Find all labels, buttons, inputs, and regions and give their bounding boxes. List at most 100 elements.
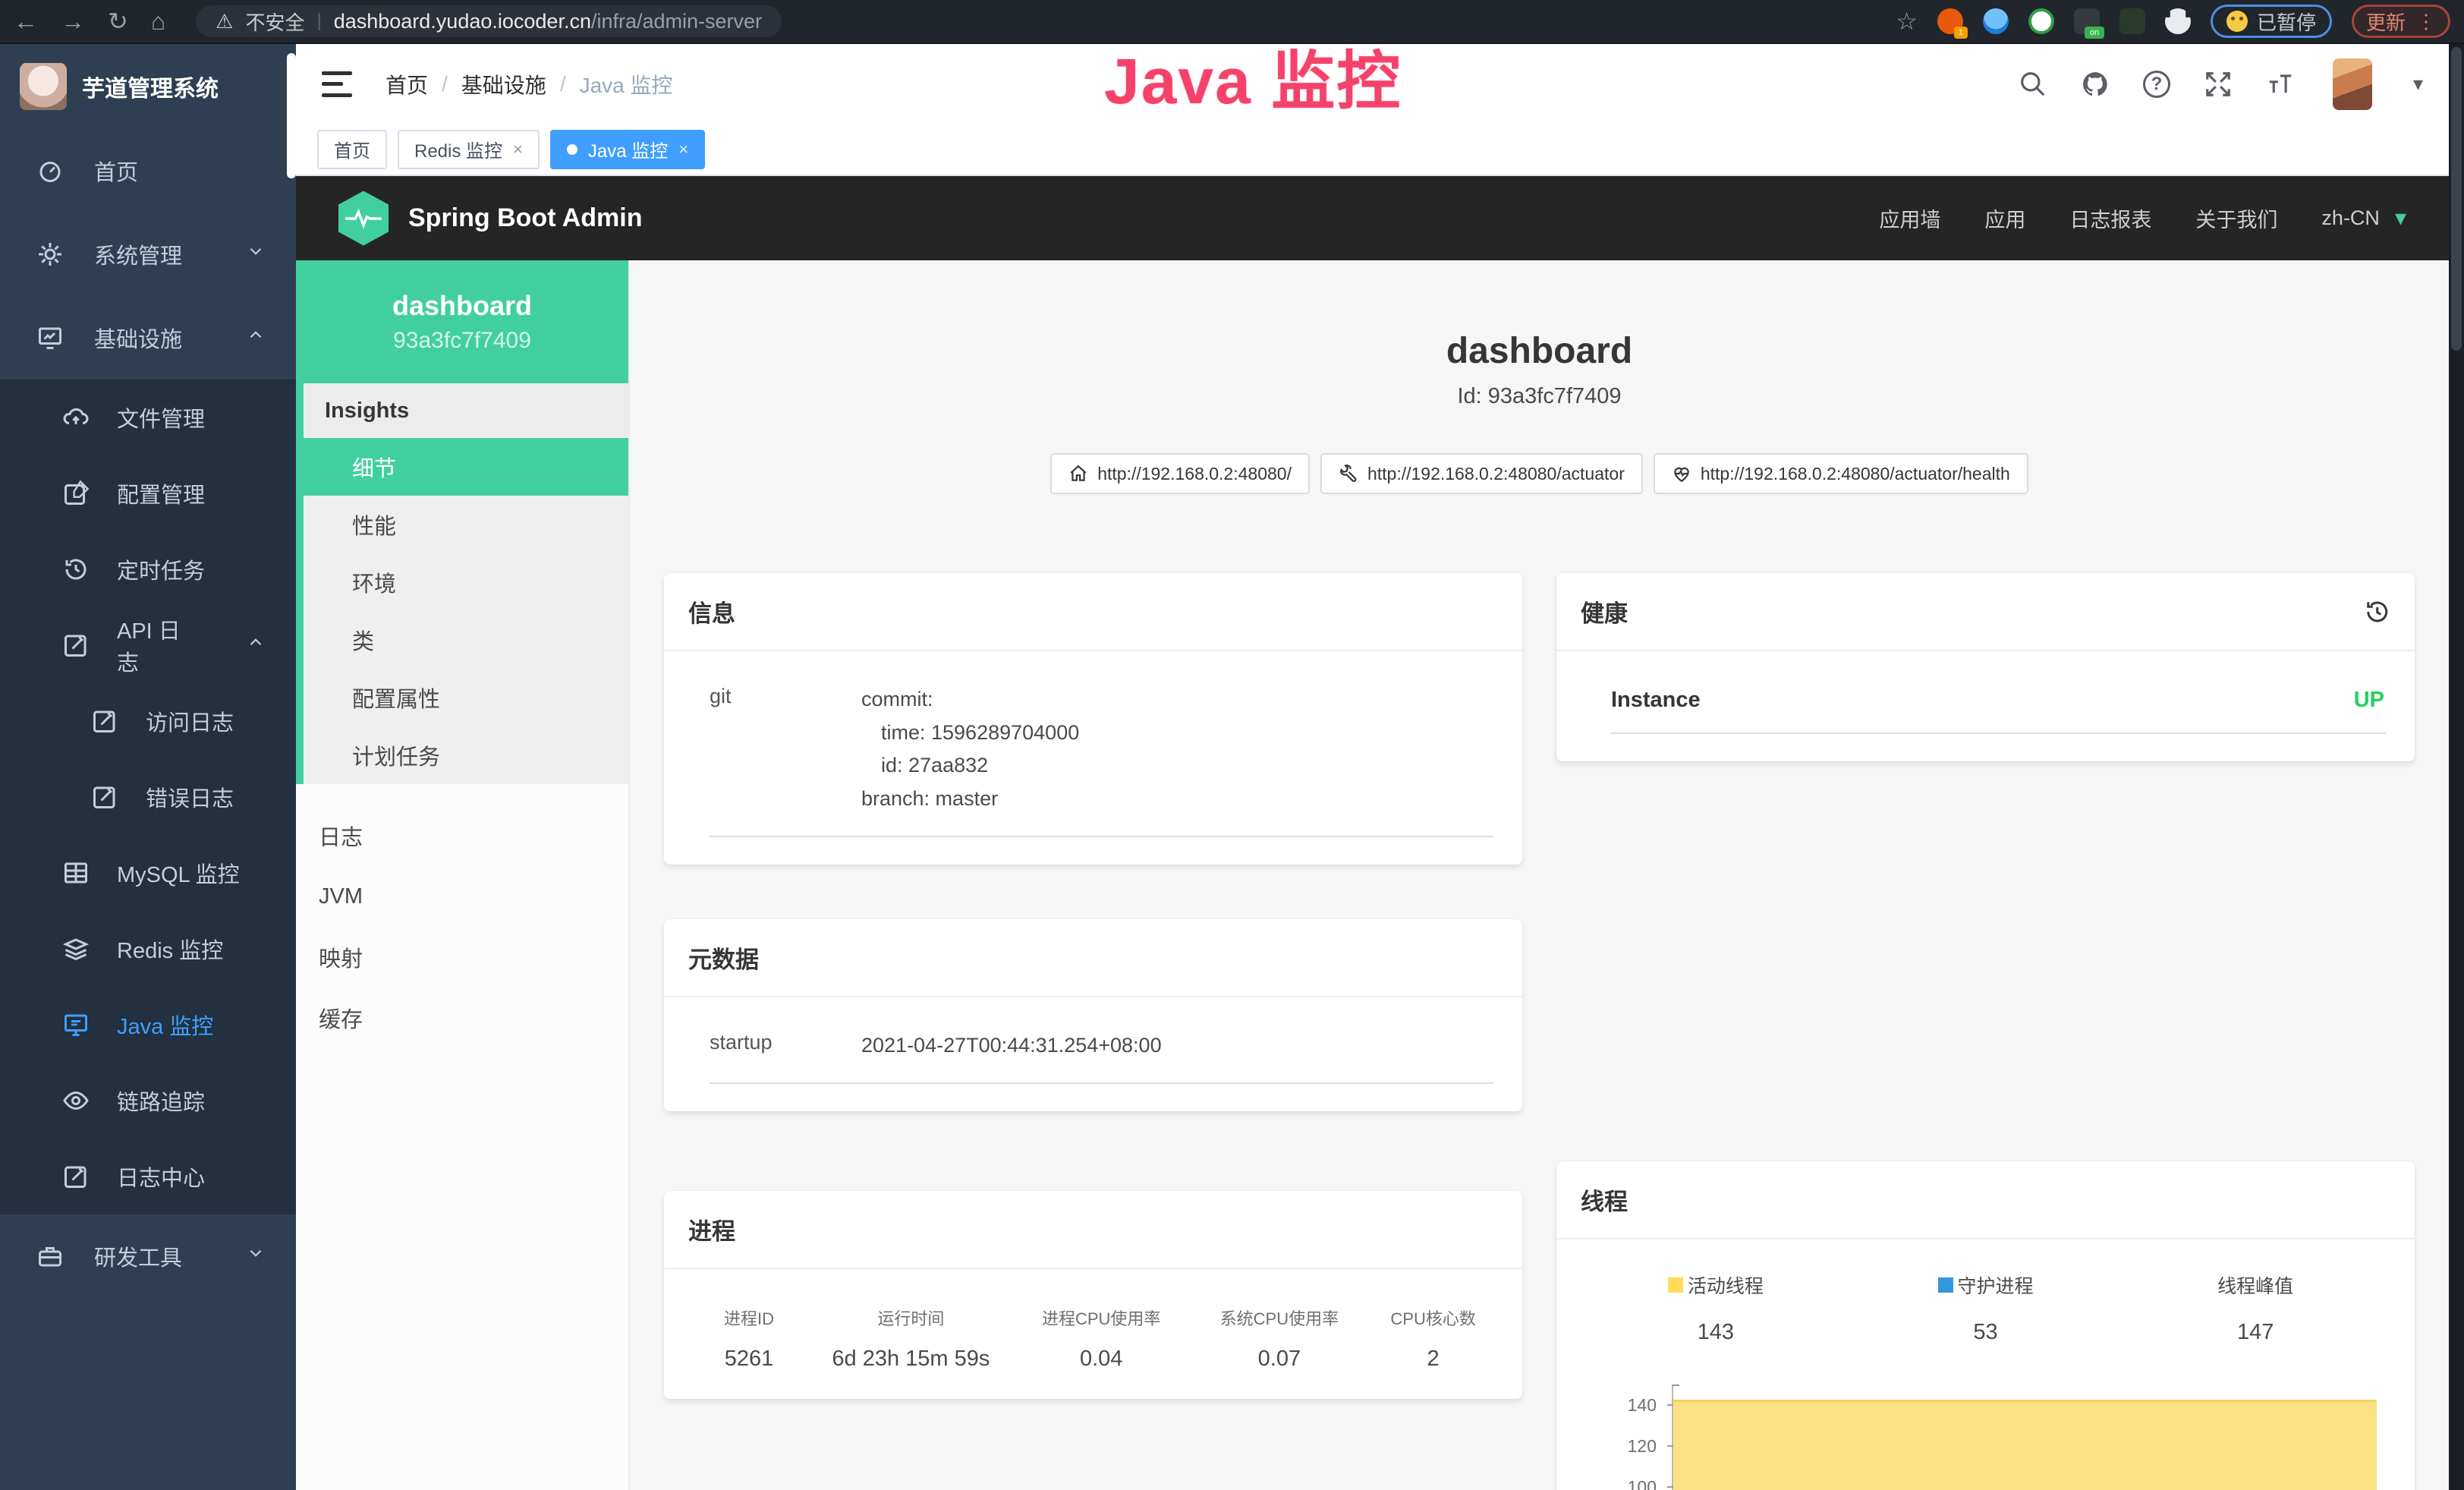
service-url-button[interactable]: http://192.168.0.2:48080/ bbox=[1050, 453, 1310, 494]
extension-icon-grid[interactable]: on bbox=[2074, 8, 2100, 34]
warning-icon: ⚠ bbox=[216, 10, 233, 33]
sidebar-scrollbar-thumb[interactable] bbox=[287, 53, 296, 178]
font-size-icon[interactable] bbox=[2266, 70, 2295, 99]
puzzle-piece-icon[interactable] bbox=[2165, 8, 2191, 34]
navbar-tools: ? ▾ bbox=[2019, 58, 2423, 110]
breadcrumb-home[interactable]: 首页 bbox=[385, 69, 428, 99]
sidebar-item-home[interactable]: 首页 bbox=[0, 129, 296, 213]
app-logo-row[interactable]: 芋道管理系统 bbox=[0, 44, 296, 129]
tab-home[interactable]: 首页 bbox=[317, 130, 387, 169]
sba-menu-classes[interactable]: 类 bbox=[304, 611, 628, 669]
sidebar-item-log-center[interactable]: 日志中心 bbox=[0, 1139, 296, 1214]
tab-redis[interactable]: Redis 监控 × bbox=[398, 130, 540, 169]
bookmark-star-icon[interactable]: ☆ bbox=[1896, 9, 1918, 33]
extension-icon-orange[interactable]: 1 bbox=[1937, 8, 1963, 34]
sba-nav-about[interactable]: 关于我们 bbox=[2195, 203, 2277, 233]
git-id-line: id: 27aa832 bbox=[861, 749, 1498, 783]
browser-update-button[interactable]: 更新 ⋮ bbox=[2352, 5, 2450, 38]
toolbox-icon bbox=[36, 1243, 64, 1270]
history-clock-icon[interactable] bbox=[2363, 598, 2390, 625]
health-url-button[interactable]: http://192.168.0.2:48080/actuator/health bbox=[1654, 453, 2028, 494]
browser-reload-icon[interactable]: ↻ bbox=[108, 9, 128, 33]
sidebar-item-access-log[interactable]: 访问日志 bbox=[0, 683, 296, 759]
sidebar-item-label: Redis 监控 bbox=[117, 933, 223, 965]
legend-label: 守护进程 bbox=[1958, 1271, 2034, 1299]
sidebar-item-dev-tools[interactable]: 研发工具 bbox=[0, 1214, 296, 1298]
browser-home-icon[interactable]: ⌂ bbox=[151, 9, 165, 33]
insights-section-label: Insights bbox=[304, 383, 628, 438]
metadata-row: startup 2021-04-27T00:44:31.254+08:00 bbox=[688, 1029, 1498, 1063]
sba-menu-mappings[interactable]: 映射 bbox=[296, 927, 628, 988]
search-icon[interactable] bbox=[2019, 70, 2047, 99]
close-icon[interactable]: × bbox=[678, 140, 688, 159]
chevron-down-icon bbox=[246, 1243, 266, 1269]
browser-menu-icon[interactable]: ⋮ bbox=[2416, 10, 2436, 33]
extension-icon-green-circle[interactable] bbox=[2028, 8, 2054, 34]
main-area: 首页 / 基础设施 / Java 监控 ? ▾ 首页 bbox=[296, 44, 2449, 1490]
sidebar-item-infra[interactable]: 基础设施 bbox=[0, 296, 296, 380]
daemon-threads-value: 53 bbox=[1851, 1320, 2121, 1345]
process-table: 进程ID5261 运行时间6d 23h 15m 59s 进程CPU使用率0.04… bbox=[688, 1301, 1498, 1372]
help-icon[interactable]: ? bbox=[2143, 71, 2170, 98]
address-bar[interactable]: ⚠ 不安全 | dashboard.yudao.iocoder.cn/infra… bbox=[196, 5, 782, 37]
git-branch-line: branch: master bbox=[861, 783, 1498, 816]
process-header: 系统CPU使用率 bbox=[1191, 1306, 1369, 1330]
paused-label: 已暂停 bbox=[2257, 8, 2316, 36]
sidebar-item-job[interactable]: 定时任务 bbox=[0, 531, 296, 607]
sidebar-item-label: API 日志 bbox=[117, 613, 191, 677]
browser-forward-icon[interactable]: → bbox=[61, 9, 85, 33]
dashboard-icon bbox=[36, 157, 64, 184]
cpu-cores-value: 2 bbox=[1368, 1347, 1498, 1372]
instance-label: Instance bbox=[1611, 688, 2354, 713]
extension-icon-leaf[interactable] bbox=[2119, 8, 2145, 34]
sba-menu-jvm[interactable]: JVM bbox=[296, 866, 628, 927]
monitor-chart-icon bbox=[36, 324, 64, 351]
sba-menu-caches[interactable]: 缓存 bbox=[296, 988, 628, 1048]
url-host: dashboard.yudao.iocoder.cn bbox=[334, 10, 591, 33]
user-menu-caret-icon[interactable]: ▾ bbox=[2413, 72, 2423, 96]
tab-java[interactable]: Java 监控 × bbox=[550, 130, 705, 169]
process-header: CPU核心数 bbox=[1368, 1306, 1498, 1330]
breadcrumb-infra[interactable]: 基础设施 bbox=[461, 69, 546, 99]
browser-scrollbar[interactable] bbox=[2449, 44, 2464, 1490]
sba-nav-applications[interactable]: 应用 bbox=[1984, 203, 2025, 233]
profile-paused-badge[interactable]: 已暂停 bbox=[2211, 5, 2332, 38]
sidebar-item-trace[interactable]: 链路追踪 bbox=[0, 1063, 296, 1139]
hamburger-icon[interactable] bbox=[322, 71, 352, 97]
sidebar-item-file[interactable]: 文件管理 bbox=[0, 380, 296, 455]
sba-menu-metrics[interactable]: 性能 bbox=[304, 496, 628, 553]
legend-label: 线程峰值 bbox=[2217, 1271, 2293, 1299]
sba-menu-scheduled[interactable]: 计划任务 bbox=[304, 726, 628, 784]
sba-menu-logs[interactable]: 日志 bbox=[296, 805, 628, 866]
sidebar-item-redis[interactable]: Redis 监控 bbox=[0, 911, 296, 987]
github-icon[interactable] bbox=[2081, 70, 2110, 99]
cloud-upload-icon bbox=[62, 404, 90, 431]
fullscreen-icon[interactable] bbox=[2204, 70, 2233, 99]
sba-brand-title[interactable]: Spring Boot Admin bbox=[408, 203, 642, 233]
process-header: 进程ID bbox=[688, 1306, 810, 1330]
screen: ← → ↻ ⌂ ⚠ 不安全 | dashboard.yudao.iocoder.… bbox=[0, 0, 2464, 1490]
sidebar-item-system[interactable]: 系统管理 bbox=[0, 213, 296, 296]
sba-nav-journal[interactable]: 日志报表 bbox=[2069, 203, 2151, 233]
sidebar-item-mysql[interactable]: MySQL 监控 bbox=[0, 835, 296, 911]
sidebar-item-java[interactable]: Java 监控 bbox=[0, 987, 296, 1063]
sidebar-item-label: 访问日志 bbox=[146, 705, 234, 737]
sidebar-item-label: 链路追踪 bbox=[117, 1085, 205, 1117]
sba-nav-wall[interactable]: 应用墙 bbox=[1879, 203, 1940, 233]
sidebar-item-config[interactable]: 配置管理 bbox=[0, 455, 296, 531]
user-avatar[interactable] bbox=[2333, 58, 2372, 110]
sba-menu-details[interactable]: 细节 bbox=[304, 438, 628, 496]
sba-language-select[interactable]: zh-CN ▾ bbox=[2321, 205, 2406, 232]
extension-icon-pin[interactable] bbox=[1983, 8, 2009, 34]
browser-back-icon[interactable]: ← bbox=[14, 9, 38, 33]
sidebar-item-label: MySQL 监控 bbox=[117, 857, 240, 889]
scrollbar-thumb[interactable] bbox=[2451, 47, 2462, 351]
sidebar-item-error-log[interactable]: 错误日志 bbox=[0, 759, 296, 835]
close-icon[interactable]: × bbox=[513, 140, 523, 159]
y-axis-tick bbox=[1667, 1404, 1673, 1406]
sidebar-item-api-log[interactable]: API 日志 bbox=[0, 607, 296, 683]
legend-label: 活动线程 bbox=[1688, 1271, 1764, 1299]
sba-menu-configprops[interactable]: 配置属性 bbox=[304, 669, 628, 726]
sba-menu-env[interactable]: 环境 bbox=[304, 553, 628, 611]
actuator-url-button[interactable]: http://192.168.0.2:48080/actuator bbox=[1320, 453, 1643, 494]
